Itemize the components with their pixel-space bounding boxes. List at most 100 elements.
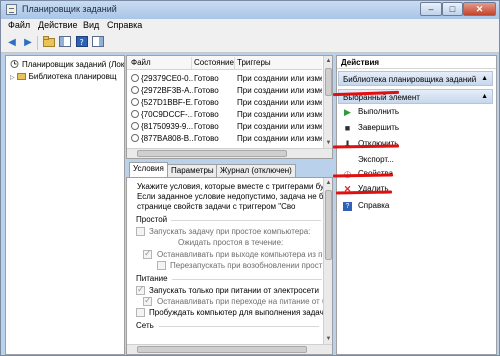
section-divider bbox=[159, 326, 319, 327]
task-status: Готово bbox=[194, 86, 219, 95]
scroll-up-arrow-icon[interactable]: ▲ bbox=[324, 178, 332, 188]
actions-group-library[interactable]: Библиотека планировщика заданий ▲ bbox=[338, 71, 493, 86]
tab-settings[interactable]: Параметры bbox=[167, 164, 218, 178]
menu-view[interactable]: Вид bbox=[83, 20, 99, 30]
scrollbar-thumb[interactable] bbox=[325, 190, 332, 260]
task-status: Готово bbox=[194, 134, 219, 143]
scrollbar-thumb[interactable] bbox=[137, 346, 307, 353]
task-list-horizontal-scrollbar[interactable] bbox=[127, 148, 332, 158]
scroll-down-arrow-icon[interactable]: ▼ bbox=[324, 334, 332, 344]
scroll-up-arrow-icon[interactable]: ▲ bbox=[324, 56, 332, 66]
task-name: {81750939-9... bbox=[141, 122, 193, 131]
menu-file[interactable]: Файл bbox=[8, 20, 30, 30]
table-row[interactable]: {70C9DCCF-... Готово При создании или из… bbox=[127, 109, 322, 120]
table-row[interactable]: {81750939-9... Готово При создании или и… bbox=[127, 121, 322, 132]
task-trigger: При создании или изме bbox=[237, 134, 322, 143]
details-tab-strip: Условия Параметры Журнал (отключен) bbox=[126, 162, 326, 178]
idle-restart-checkbox[interactable] bbox=[157, 261, 166, 270]
table-row[interactable]: {527D1BBF-E... Готово При создании или и… bbox=[127, 97, 322, 108]
folder-icon bbox=[16, 73, 26, 80]
svg-text:?: ? bbox=[80, 38, 84, 47]
table-row[interactable]: {877BA808-B... Готово При создании или и… bbox=[127, 133, 322, 144]
close-button[interactable]: ✕ bbox=[463, 2, 496, 16]
maximize-button[interactable]: □ bbox=[442, 2, 463, 16]
task-clock-icon bbox=[131, 122, 139, 130]
idle-stop-label: Останавливать при выходе компьютера из п bbox=[157, 250, 323, 259]
conditions-horizontal-scrollbar[interactable] bbox=[127, 344, 332, 354]
task-list-header: Файл Состояние Триггеры bbox=[127, 56, 322, 70]
scrollbar-thumb[interactable] bbox=[137, 150, 287, 157]
folder-up-icon[interactable] bbox=[42, 36, 56, 50]
task-name: {527D1BBF-E... bbox=[141, 98, 193, 107]
power-stop-checkbox[interactable] bbox=[143, 295, 152, 306]
task-list-pane: Файл Состояние Триггеры {29379CE0-0... Г… bbox=[126, 55, 333, 159]
conditions-pane: Укажите условия, которые вместе с тригге… bbox=[126, 177, 333, 355]
table-row[interactable]: {29379CE0-0... Готово При создании или и… bbox=[127, 73, 322, 84]
power-wake-checkbox[interactable] bbox=[136, 308, 145, 317]
menu-help[interactable]: Справка bbox=[107, 20, 142, 30]
power-ac-label: Запускать только при питании от электрос… bbox=[149, 286, 319, 295]
task-scheduler-window: Планировщик заданий – □ ✕ Файл Действие … bbox=[0, 0, 500, 356]
conditions-intro-line: Если заданное условие недопустимо, задач… bbox=[137, 192, 328, 201]
task-clock-icon bbox=[131, 86, 139, 94]
collapse-arrow-icon[interactable]: ▲ bbox=[481, 93, 488, 100]
column-header-file[interactable]: Файл bbox=[131, 58, 151, 67]
task-trigger: При создании или изме bbox=[237, 74, 322, 83]
task-status: Готово bbox=[194, 74, 219, 83]
tab-history[interactable]: Журнал (отключен) bbox=[216, 164, 296, 178]
task-scheduler-icon bbox=[6, 4, 17, 15]
column-divider[interactable] bbox=[191, 57, 192, 69]
minimize-button[interactable]: – bbox=[420, 2, 442, 16]
help-toolbar-icon[interactable]: ? bbox=[75, 36, 89, 50]
help-icon: ? bbox=[343, 202, 352, 211]
window-title: Планировщик заданий bbox=[22, 4, 117, 14]
section-divider bbox=[171, 220, 321, 221]
actions-group-library-label: Библиотека планировщика заданий bbox=[343, 75, 477, 84]
conditions-intro-line: странице свойств задачи с триггером "Сво bbox=[137, 202, 296, 211]
conditions-intro-line: Укажите условия, которые вместе с тригге… bbox=[137, 182, 329, 191]
column-header-status[interactable]: Состояние bbox=[194, 58, 234, 67]
conditions-vertical-scrollbar[interactable]: ▲ ▼ bbox=[323, 178, 332, 344]
power-wake-label: Пробуждать компьютер для выполнения зада… bbox=[149, 308, 329, 317]
tree-item-library[interactable]: ▷ Библиотека планировщ bbox=[10, 71, 116, 83]
table-row[interactable]: {2972BF3B-A... Готово При создании или и… bbox=[127, 85, 322, 96]
action-export-label: Экспорт... bbox=[358, 155, 394, 164]
expand-arrow-icon[interactable]: ▷ bbox=[10, 75, 15, 81]
task-status: Готово bbox=[194, 98, 219, 107]
tree-library-label: Библиотека планировщ bbox=[28, 72, 117, 81]
network-section-label: Сеть bbox=[136, 321, 154, 330]
task-clock-icon bbox=[131, 98, 139, 106]
idle-restart-label: Перезапускать при возобновлении прост bbox=[170, 261, 323, 270]
tree-item-root[interactable]: Планировщик заданий (Лок bbox=[10, 59, 124, 71]
toolbar: ◀ ▶ ? bbox=[1, 33, 499, 53]
task-status: Готово bbox=[194, 122, 219, 131]
idle-wait-label: Ожидать простоя в течение: bbox=[178, 238, 284, 247]
idle-stop-checkbox[interactable] bbox=[143, 248, 152, 259]
back-arrow-icon[interactable]: ◀ bbox=[5, 36, 19, 50]
collapse-arrow-icon[interactable]: ▲ bbox=[481, 75, 488, 82]
tab-conditions[interactable]: Условия bbox=[129, 162, 168, 178]
task-trigger: При создании или изме bbox=[237, 98, 322, 107]
task-list-vertical-scrollbar[interactable]: ▲ ▼ bbox=[323, 56, 332, 148]
column-divider[interactable] bbox=[234, 57, 235, 69]
task-trigger: При создании или изме bbox=[237, 86, 322, 95]
actions-header: Действия bbox=[337, 56, 496, 69]
scrollbar-thumb[interactable] bbox=[325, 68, 332, 96]
action-pane-toggle-icon[interactable] bbox=[91, 36, 105, 50]
toolbar-divider bbox=[37, 36, 38, 50]
show-hide-console-tree-icon[interactable] bbox=[58, 36, 72, 50]
power-ac-checkbox[interactable] bbox=[136, 284, 145, 295]
menu-action[interactable]: Действие bbox=[38, 20, 78, 30]
action-end-label: Завершить bbox=[358, 123, 400, 132]
scroll-down-arrow-icon[interactable]: ▼ bbox=[324, 138, 332, 148]
play-icon: ▶ bbox=[344, 107, 351, 117]
task-scheduler-clock-icon bbox=[10, 60, 19, 68]
column-header-triggers[interactable]: Триггеры bbox=[237, 58, 271, 67]
idle-section-label: Простой bbox=[136, 215, 168, 224]
task-name: {877BA808-B... bbox=[141, 134, 193, 143]
forward-arrow-icon[interactable]: ▶ bbox=[21, 36, 35, 50]
task-trigger: При создании или изме bbox=[237, 122, 322, 131]
idle-start-checkbox[interactable] bbox=[136, 227, 145, 236]
actions-pane: Действия Библиотека планировщика заданий… bbox=[336, 55, 497, 355]
section-divider bbox=[172, 279, 322, 280]
